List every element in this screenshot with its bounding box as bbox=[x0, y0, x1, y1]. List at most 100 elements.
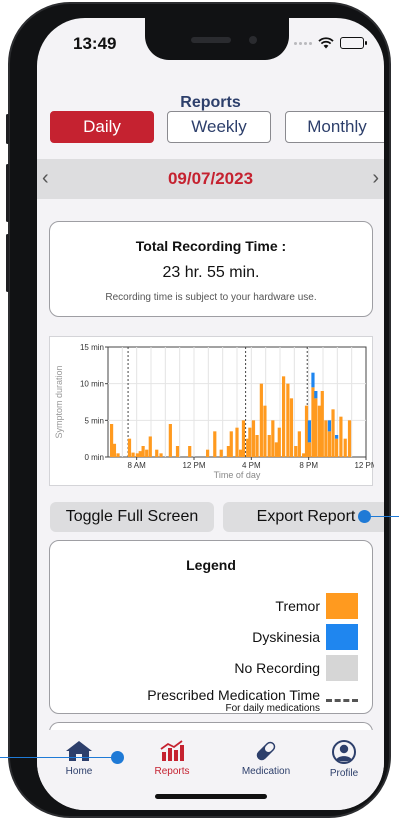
chart-x-tick-label: 12 PM bbox=[354, 461, 374, 470]
speaker-grille bbox=[191, 37, 231, 43]
summary-heading: Total Recording Time : bbox=[135, 238, 287, 254]
chart-bar-tremor bbox=[238, 449, 243, 457]
chart-bar-dyskinesia bbox=[311, 372, 315, 388]
legend-item-medication-time: Prescribed Medication Time For daily med… bbox=[147, 687, 358, 714]
tabbar-label-profile: Profile bbox=[329, 768, 359, 779]
chart-bar-tremor bbox=[241, 420, 246, 457]
chart-x-tick-label: 12 PM bbox=[182, 461, 205, 470]
annotation-dot-reports bbox=[111, 751, 124, 764]
chart-bar-tremor bbox=[259, 383, 263, 457]
chart-bar-tremor bbox=[320, 391, 324, 457]
chart-bar-tremor bbox=[347, 420, 352, 457]
person-circle-icon bbox=[332, 740, 356, 764]
chart-bar-tremor bbox=[251, 420, 256, 457]
home-indicator bbox=[155, 794, 267, 799]
legend-item-tremor: Tremor bbox=[275, 593, 358, 619]
notch bbox=[145, 18, 289, 60]
tabbar-item-medication[interactable]: Medication bbox=[226, 740, 306, 777]
chart-bar-tremor bbox=[307, 442, 311, 457]
chart-bar-tremor bbox=[219, 449, 223, 457]
page-title: Reports bbox=[180, 94, 241, 111]
date-navigator: ‹ 09/07/2023 › bbox=[37, 159, 384, 199]
chart-bar-tremor bbox=[235, 427, 239, 457]
annotation-line-reports bbox=[0, 757, 118, 758]
chart-bar-tremor bbox=[324, 420, 328, 457]
status-icons bbox=[294, 37, 367, 49]
tabbar-label-home: Home bbox=[65, 766, 93, 777]
legend-item-dyskinesia: Dyskinesia bbox=[252, 624, 358, 650]
symptom-chart[interactable]: 0 min 5 min 10 min 15 min 8 AM 12 PM 4 PM 8 PM 1… bbox=[49, 336, 374, 486]
chart-bar-tremor bbox=[294, 446, 298, 457]
tab-monthly[interactable]: Monthly bbox=[285, 111, 384, 143]
chart-bar-tremor bbox=[317, 405, 322, 457]
chart-bar-tremor bbox=[304, 405, 309, 457]
volume-down-button bbox=[6, 234, 9, 292]
recording-summary-card: Total Recording Time : 23 hr. 55 min. Re… bbox=[49, 221, 373, 317]
chart-bar-tremor bbox=[145, 449, 149, 457]
legend-label-dyskinesia: Dyskinesia bbox=[252, 629, 320, 645]
chart-x-tick-label: 8 AM bbox=[128, 461, 147, 470]
chart-bar-tremor bbox=[248, 427, 252, 457]
chart-bar-tremor bbox=[138, 451, 142, 457]
legend-label-tremor: Tremor bbox=[275, 598, 320, 614]
chart-bar-tremor bbox=[206, 449, 210, 457]
chart-bar-tremor bbox=[255, 435, 259, 457]
period-tabs: Daily Weekly Monthly bbox=[50, 111, 384, 143]
chart-bar-tremor bbox=[148, 436, 152, 457]
bar-chart-icon bbox=[160, 740, 184, 761]
summary-value: 23 hr. 55 min. bbox=[162, 264, 260, 281]
chart-bar-tremor bbox=[311, 387, 315, 457]
legend-swatch-tremor bbox=[326, 593, 358, 619]
pill-icon bbox=[256, 741, 276, 761]
legend-label-no-recording: No Recording bbox=[234, 660, 320, 676]
signal-icon bbox=[294, 41, 312, 45]
chart-x-tick-label: 4 PM bbox=[242, 461, 261, 470]
tabbar-item-reports[interactable]: Reports bbox=[132, 740, 212, 777]
annotation-dot-export bbox=[358, 510, 371, 523]
chart-bar-tremor bbox=[109, 424, 114, 457]
chart-bar-tremor bbox=[335, 438, 339, 457]
chart-bar-tremor bbox=[155, 449, 159, 457]
next-day-chevron-icon[interactable]: › bbox=[372, 167, 379, 190]
chart-bar-tremor bbox=[327, 431, 332, 457]
chart-bar-tremor bbox=[286, 383, 290, 457]
chart-x-tick-label: 8 PM bbox=[299, 461, 318, 470]
house-icon bbox=[66, 741, 92, 761]
chart-bar-tremor bbox=[271, 420, 275, 457]
screenshot-canvas: 13:49 Reports Daily Weekly Monthly ‹ 09/… bbox=[0, 0, 399, 820]
chart-y-axis-label: Symptom duration bbox=[54, 365, 64, 438]
tabbar-item-profile[interactable]: Profile bbox=[304, 740, 384, 779]
chart-bar-tremor bbox=[175, 446, 180, 457]
chart-bar-tremor bbox=[314, 398, 318, 457]
chart-bar-tremor bbox=[112, 443, 117, 457]
chart-bar-tremor bbox=[289, 398, 294, 457]
tabbar-item-home[interactable]: Home bbox=[39, 740, 119, 777]
chart-bar-tremor bbox=[263, 405, 267, 457]
summary-note: Recording time is subject to your hardwa… bbox=[105, 292, 317, 303]
chart-bar-tremor bbox=[127, 438, 132, 457]
chart-bar-tremor bbox=[188, 446, 192, 457]
chart-bar-tremor bbox=[267, 435, 271, 457]
chart-bar-tremor bbox=[159, 453, 163, 457]
legend-card: Legend Tremor Dyskinesia No Recording Pr… bbox=[49, 540, 373, 714]
tabbar-label-reports: Reports bbox=[154, 766, 190, 777]
chart-bar-tremor bbox=[141, 446, 145, 457]
toggle-fullscreen-button[interactable]: Toggle Full Screen bbox=[50, 502, 214, 532]
chart-bar-dyskinesia bbox=[314, 391, 318, 399]
tab-daily[interactable]: Daily bbox=[50, 111, 154, 143]
chart-bar-tremor bbox=[281, 376, 286, 457]
tab-weekly[interactable]: Weekly bbox=[167, 111, 271, 143]
chart-bar-tremor bbox=[213, 431, 217, 457]
mute-switch bbox=[6, 114, 9, 144]
volume-up-button bbox=[6, 164, 9, 222]
chart-bar-tremor bbox=[226, 446, 230, 457]
symptom-chart-svg: 0 min 5 min 10 min 15 min 8 AM 12 PM 4 PM 8 PM 1… bbox=[54, 343, 374, 480]
battery-icon bbox=[340, 37, 367, 49]
app-screen: 13:49 Reports Daily Weekly Monthly ‹ 09/… bbox=[37, 18, 384, 810]
chart-bar-tremor bbox=[302, 453, 306, 457]
legend-item-no-recording: No Recording bbox=[234, 655, 358, 681]
chart-bar-tremor bbox=[135, 453, 139, 457]
chart-bar-tremor bbox=[331, 409, 335, 457]
status-time: 13:49 bbox=[73, 34, 117, 53]
chart-bar-tremor bbox=[277, 427, 281, 457]
